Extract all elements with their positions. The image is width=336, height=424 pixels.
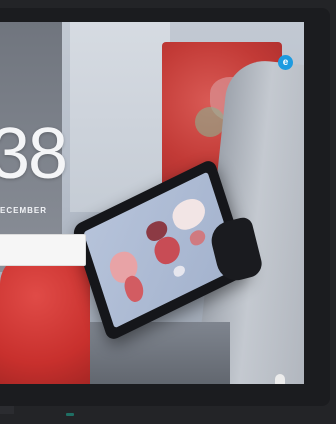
bezel-corner	[0, 406, 14, 414]
lock-clock: 38	[0, 114, 68, 194]
ease-of-access-icon[interactable]: e	[278, 55, 293, 70]
map-shape	[169, 193, 209, 236]
red-chair	[0, 254, 90, 384]
poster-shape	[195, 107, 225, 137]
power-icon[interactable]	[275, 374, 285, 384]
background-window	[70, 22, 170, 212]
password-field[interactable]	[0, 234, 86, 266]
lock-screen: 38 ECEMBER e	[0, 22, 304, 384]
monitor-photo: 38 ECEMBER e	[0, 0, 336, 424]
map-shape	[188, 227, 207, 248]
lock-date: ECEMBER	[0, 206, 48, 215]
power-led	[66, 413, 74, 416]
map-shape	[172, 263, 187, 279]
